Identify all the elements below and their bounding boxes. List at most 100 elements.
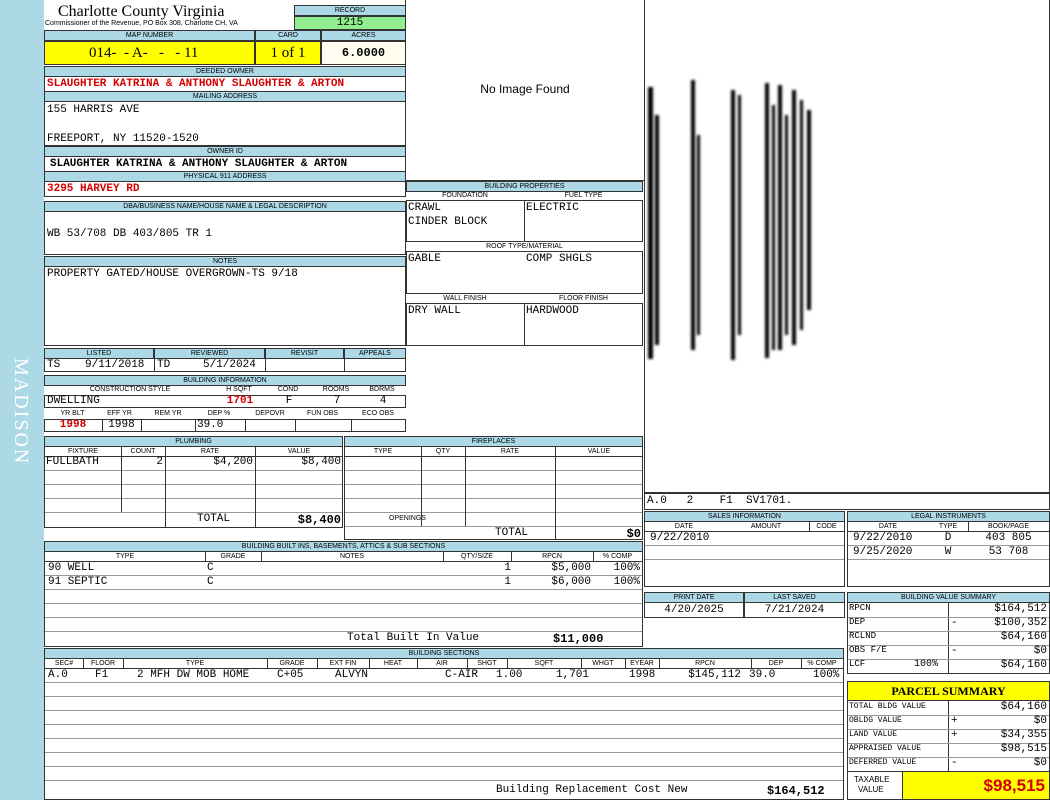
- depovr-label: DEPOVR: [255, 410, 285, 417]
- funobs-label: FUN OBS: [306, 410, 339, 417]
- effyr-label: EFF YR: [107, 410, 132, 417]
- rooms-value: 7: [333, 395, 341, 407]
- fireplaces-total-label: TOTAL: [495, 527, 529, 539]
- taxable-value: $98,515: [983, 776, 1045, 795]
- plumbing-count: 2: [156, 456, 163, 468]
- builtin-row-2-type: 91 SEPTIC: [48, 576, 108, 588]
- builtin-row-1-grade: C: [207, 562, 214, 574]
- sales-h-code: CODE: [816, 523, 837, 530]
- sec-h-dep: DEP: [768, 660, 784, 667]
- sec-h-air: AIR: [436, 660, 448, 667]
- sec-h-comp: % COMP: [807, 660, 837, 667]
- sec-row-type: 2 MFH DW MOB HOME: [137, 669, 250, 681]
- bdrms-label: BDRMS: [369, 386, 395, 393]
- effyr-value: 1998: [108, 419, 135, 431]
- building-info-row1: DWELLING 1701 F 7 4: [44, 395, 406, 408]
- ps-appraised-label: APPRAISED VALUE: [849, 744, 922, 753]
- builtin-row-2-rpcn: $6,000: [551, 576, 591, 588]
- ecoobs-label: ECO OBS: [362, 410, 394, 417]
- legal-table: DATE TYPE BOOK/PAGE 9/22/2010 D 403 805 …: [847, 521, 1050, 587]
- wall-box: DRY WALL: [406, 303, 525, 346]
- record-label: RECORD: [294, 5, 406, 16]
- legal-row-2-date: 9/25/2020: [853, 546, 913, 558]
- listed-by: TS: [47, 359, 61, 371]
- sec-row-extfin: ALVYN: [335, 669, 369, 681]
- sections-table: SEC# FLOOR TYPE GRADE EXT FIN HEAT AIR S…: [44, 658, 844, 800]
- floor-value: HARDWOOD: [526, 305, 579, 317]
- sec-h-grade: GRADE: [279, 660, 305, 667]
- sec-h-extfin: EXT FIN: [329, 660, 357, 667]
- dba-box: WB 53/708 DB 403/805 TR 1: [44, 211, 406, 255]
- plumbing-total: $8,400: [297, 513, 341, 527]
- plumbing-h-value: VALUE: [287, 448, 311, 455]
- parcel-summary-label: PARCEL SUMMARY: [847, 681, 1050, 701]
- floor-box: HARDWOOD: [524, 303, 643, 346]
- taxable-label-1: TAXABLE: [854, 775, 890, 784]
- ps-deferred-label: DEFERRED VALUE: [849, 758, 917, 767]
- sketch-panel: [644, 0, 1050, 493]
- value-summary-table: RPCN $164,512 DEP - $100,352 RCLND $64,1…: [847, 602, 1050, 674]
- plumbing-h-fixture: FIXTURE: [68, 448, 98, 455]
- deeded-owner: SLAUGHTER KATRINA & ANTHONY SLAUGHTER & …: [47, 78, 345, 90]
- roof-material: COMP SHGLS: [526, 253, 593, 265]
- legal-row-1-date: 9/22/2010: [853, 532, 913, 544]
- sec-row-air: C-AIR: [445, 669, 479, 681]
- hsqft-value: 1701: [226, 395, 254, 407]
- vs-rclnd-label: RCLND: [849, 631, 877, 641]
- builtins-table: TYPE GRADE NOTES QTY/SIZE RPCN % COMP 90…: [44, 551, 643, 647]
- record-value: 1215: [294, 16, 406, 30]
- owner-id-box: SLAUGHTER KATRINA & ANTHONY SLAUGHTER & …: [44, 156, 406, 172]
- no-image-text: No Image Found: [480, 82, 570, 96]
- sec-row-grade: C+05: [277, 669, 304, 681]
- wall-label: WALL FINISH: [443, 295, 487, 302]
- sec-h-whgt: WHGT: [592, 660, 614, 667]
- fireplaces-h-value: VALUE: [587, 448, 611, 455]
- sales-date: 9/22/2010: [650, 532, 710, 544]
- floor-label: FLOOR FINISH: [558, 295, 608, 302]
- map-number-label: MAP NUMBER: [44, 30, 255, 41]
- sales-table: DATE AMOUNT CODE 9/22/2010: [644, 521, 845, 587]
- builtin-row-2-grade: C: [207, 576, 214, 588]
- foundation-1: CRAWL: [408, 202, 442, 214]
- ps-appraised: $98,515: [1000, 743, 1047, 755]
- replacement-cost-label: Building Replacement Cost New: [496, 784, 688, 796]
- builtin-row-1-qty: 1: [504, 562, 511, 574]
- sketch-drawing: [648, 80, 811, 360]
- vs-rclnd: $64,160: [1000, 631, 1047, 643]
- county-subtitle: Commissioner of the Revenue, PO Box 308,…: [45, 20, 238, 27]
- sketch-caption-box: A.0 2 F1 SV1701.: [644, 493, 1050, 510]
- sec-row-rpcn: $145,112: [688, 669, 741, 681]
- yrblt-label: YR BLT: [60, 410, 85, 417]
- dba-value: WB 53/708 DB 403/805 TR 1: [47, 228, 213, 240]
- builtins-total-label: Total Built In Value: [347, 632, 480, 644]
- bdrms-value: 4: [379, 395, 387, 407]
- foundation-2: CINDER BLOCK: [408, 216, 488, 228]
- ps-bldg: $64,160: [1000, 701, 1047, 713]
- vs-rpcn-label: RPCN: [849, 603, 871, 613]
- vs-lcf: $64,160: [1000, 659, 1047, 671]
- dep-value: 39.0: [197, 419, 224, 431]
- sec-row-floor: F1: [95, 669, 109, 681]
- sales-h-amount: AMOUNT: [750, 523, 782, 530]
- cond-label: COND: [277, 386, 299, 393]
- ps-land-label: LAND VALUE: [849, 730, 898, 739]
- plumbing-h-count: COUNT: [130, 448, 156, 455]
- sec-h-rpcn: RPCN: [695, 660, 715, 667]
- builtins-h-comp: % COMP: [602, 553, 633, 560]
- card-value: 1 of 1: [255, 41, 321, 65]
- ps-land: $34,355: [1000, 729, 1047, 741]
- legal-row-2-type: W: [944, 546, 952, 558]
- yrblt-value: 1998: [59, 419, 87, 431]
- mailing-address-line2: FREEPORT, NY 11520-1520: [47, 133, 199, 145]
- dep-label: DEP %: [207, 410, 231, 417]
- cond-value: F: [285, 395, 293, 407]
- sec-h-eyear: EYEAR: [630, 660, 654, 667]
- fireplaces-total: $0: [626, 527, 641, 541]
- vs-lcf-pct: 100%: [914, 659, 939, 670]
- print-date: 4/20/2025: [664, 604, 724, 616]
- foundation-label: FOUNDATION: [442, 192, 488, 199]
- owner-id: SLAUGHTER KATRINA & ANTHONY SLAUGHTER & …: [50, 158, 348, 170]
- plumbing-total-label: TOTAL: [197, 513, 231, 525]
- builtin-row-2-comp: 100%: [613, 576, 640, 588]
- building-info-label: BUILDING INFORMATION: [44, 375, 406, 386]
